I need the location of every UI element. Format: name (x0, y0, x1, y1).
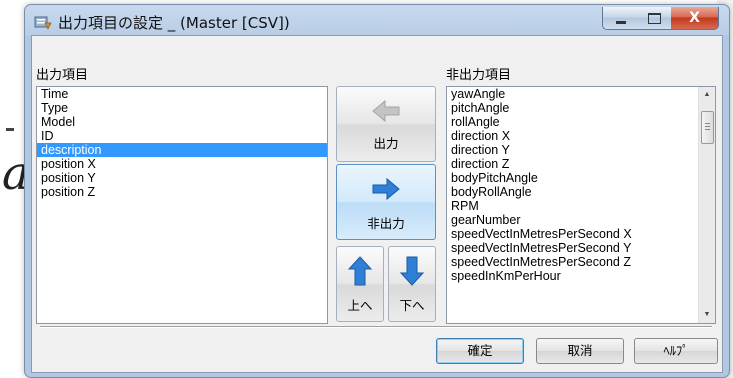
ok-button[interactable]: 確定 (436, 338, 524, 364)
cancel-button[interactable]: 取消 (536, 338, 624, 364)
maximize-icon (647, 12, 661, 24)
output-items-label: 出力項目 (36, 68, 89, 83)
list-item[interactable]: position Z (37, 185, 327, 199)
thumb-grip (705, 126, 710, 127)
nonoutput-items-label: 非出力項目 (446, 68, 512, 83)
list-item[interactable]: position X (37, 157, 327, 171)
list-item[interactable]: description (37, 143, 327, 157)
list-item[interactable]: direction X (447, 129, 715, 143)
scroll-thumb[interactable] (701, 111, 714, 144)
list-item[interactable]: speedInKmPerHour (447, 269, 715, 283)
list-item[interactable]: rollAngle (447, 115, 715, 129)
list-item[interactable]: speedVectInMetresPerSecond Y (447, 241, 715, 255)
nonoutput-items-list[interactable]: yawAngle pitchAngle rollAngle direction Xdi… (446, 86, 716, 324)
output-button[interactable]: 出力 (336, 86, 436, 162)
list-item[interactable]: direction Y (447, 143, 715, 157)
list-item[interactable]: Model (37, 115, 327, 129)
arrow-right-icon (372, 177, 400, 201)
nonoutput-list-scrollbar[interactable]: ▲ ▼ (698, 87, 715, 323)
thumb-grip (705, 123, 710, 124)
window-title: 出力項目の設定 _ (Master [CSV]) (58, 14, 290, 32)
list-item[interactable]: Type (37, 101, 327, 115)
dialog-body: 出力項目 非出力項目 Time Type Model ID description pos… (31, 35, 723, 373)
output-items-list[interactable]: Time Type Model ID description position Xposi… (36, 86, 328, 324)
title-bar[interactable]: 出力項目の設定 _ (Master [CSV]) X (25, 5, 729, 39)
arrow-down-icon (399, 256, 425, 286)
list-item[interactable]: RPM (447, 199, 715, 213)
thumb-grip (705, 129, 710, 130)
list-item[interactable]: Time (37, 87, 327, 101)
arrow-left-icon (372, 99, 400, 123)
maximize-button[interactable] (637, 7, 672, 30)
minimize-icon (615, 20, 626, 24)
move-down-button[interactable]: 下へ (388, 246, 436, 322)
arrow-up-icon (347, 256, 373, 286)
list-item[interactable]: speedVectInMetresPerSecond Z (447, 255, 715, 269)
scroll-down-icon[interactable]: ▼ (699, 307, 715, 323)
list-item[interactable]: bodyRollAngle (447, 185, 715, 199)
nonoutput-button[interactable]: 非出力 (336, 164, 436, 240)
scroll-up-icon[interactable]: ▲ (699, 87, 715, 103)
list-item[interactable]: gearNumber (447, 213, 715, 227)
list-item[interactable]: speedVectInMetresPerSecond X (447, 227, 715, 241)
move-up-label: 上へ (347, 298, 373, 313)
list-item[interactable]: position Y (37, 171, 327, 185)
move-up-button[interactable]: 上へ (336, 246, 384, 322)
list-item[interactable]: pitchAngle (447, 101, 715, 115)
list-item[interactable]: ID (37, 129, 327, 143)
minimize-button[interactable] (602, 7, 639, 30)
settings-list-icon (34, 14, 52, 30)
separator-line (40, 326, 712, 328)
help-button[interactable]: ﾍﾙﾌﾟ (634, 338, 718, 364)
move-down-label: 下へ (399, 298, 425, 313)
dialog-window: 出力項目の設定 _ (Master [CSV]) X 出力項目 非出力項目 Ti… (24, 4, 730, 378)
background-dash (6, 128, 14, 131)
output-button-label: 出力 (373, 136, 399, 151)
close-button[interactable]: X (671, 7, 719, 30)
list-item[interactable]: direction Z (447, 157, 715, 171)
nonoutput-button-label: 非出力 (367, 216, 405, 231)
list-item[interactable]: bodyPitchAngle (447, 171, 715, 185)
close-icon: X (689, 10, 700, 26)
list-item[interactable]: yawAngle (447, 87, 715, 101)
